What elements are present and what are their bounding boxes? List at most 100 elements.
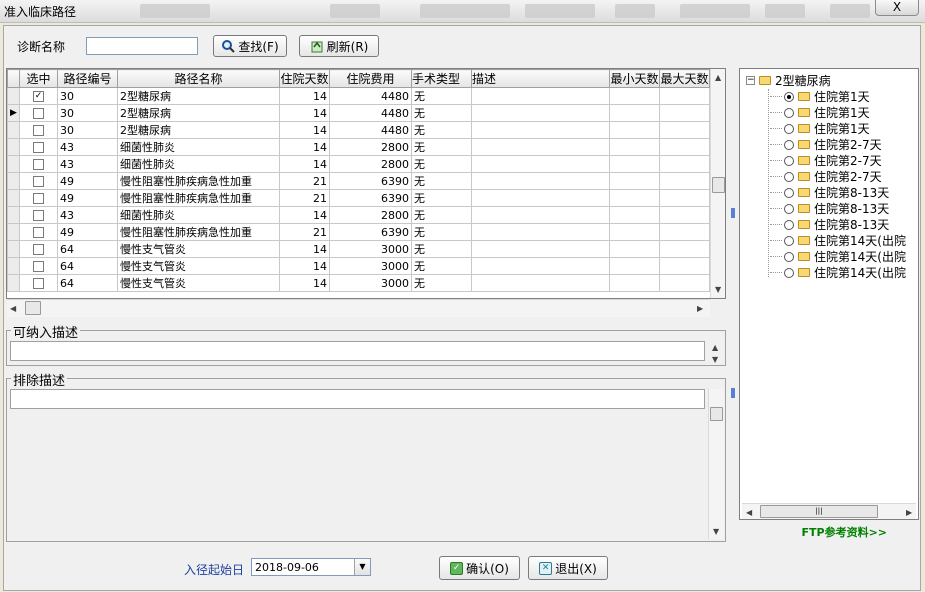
radio-icon[interactable]: [784, 123, 794, 134]
exclude-description-field[interactable]: [10, 389, 705, 409]
column-header[interactable]: 住院费用: [329, 69, 412, 88]
tree-item[interactable]: 住院第2-7天: [770, 136, 882, 153]
table-row[interactable]: 43 细菌性肺炎 14 2800 无: [7, 206, 710, 224]
tree-item[interactable]: 住院第14天(出院: [770, 232, 906, 249]
checkbox[interactable]: [33, 108, 44, 119]
table-row[interactable]: 43 细菌性肺炎 14 2800 无: [7, 138, 710, 156]
tree-item[interactable]: 住院第1天: [770, 88, 870, 105]
scroll-left-icon[interactable]: ◀: [10, 304, 16, 313]
radio-icon[interactable]: [784, 187, 794, 198]
exclude-scroll-thumb[interactable]: [710, 407, 723, 421]
panel-splitter[interactable]: [730, 68, 736, 542]
tree-item[interactable]: 住院第1天: [770, 104, 870, 121]
radio-icon[interactable]: [784, 91, 794, 102]
scroll-down-icon[interactable]: ▼: [712, 355, 718, 364]
checkbox[interactable]: [33, 176, 44, 187]
radio-icon[interactable]: [784, 267, 794, 278]
radio-icon[interactable]: [784, 251, 794, 262]
grid-horizontal-scroll-thumb[interactable]: [25, 301, 41, 315]
radio-icon[interactable]: [784, 219, 794, 230]
table-row[interactable]: 30 2型糖尿病 14 4480 无: [7, 121, 710, 139]
scroll-up-icon[interactable]: ▲: [715, 73, 721, 82]
row-select-checkbox[interactable]: [19, 240, 58, 258]
row-select-checkbox[interactable]: ✓: [19, 87, 58, 105]
row-select-checkbox[interactable]: [19, 172, 58, 190]
checkbox[interactable]: [33, 227, 44, 238]
ftp-reference-link[interactable]: FTP参考资料>>: [739, 524, 919, 542]
grid-vertical-scrollbar[interactable]: ▲ ▼: [710, 69, 725, 298]
row-select-checkbox[interactable]: [19, 223, 58, 241]
tree-item[interactable]: 住院第1天: [770, 120, 870, 137]
tree-item[interactable]: 住院第8-13天: [770, 200, 889, 217]
refresh-button[interactable]: 刷新(R): [299, 35, 379, 57]
table-row[interactable]: 49 慢性阻塞性肺疾病急性加重 21 6390 无: [7, 172, 710, 190]
table-row[interactable]: 64 慢性支气管炎 14 3000 无: [7, 240, 710, 258]
column-header[interactable]: 描述: [471, 69, 610, 88]
row-select-checkbox[interactable]: [19, 121, 58, 139]
include-description-field[interactable]: [10, 341, 705, 361]
tree-scroll-thumb[interactable]: |||: [760, 505, 878, 518]
scroll-up-icon[interactable]: ▲: [712, 343, 718, 352]
exclude-vertical-scrollbar[interactable]: ▼: [708, 389, 724, 539]
tree-item[interactable]: 住院第2-7天: [770, 152, 882, 169]
row-select-checkbox[interactable]: [19, 257, 58, 275]
table-row[interactable]: 49 慢性阻塞性肺疾病急性加重 21 6390 无: [7, 223, 710, 241]
checkbox[interactable]: [33, 210, 44, 221]
scroll-right-icon[interactable]: ▶: [697, 304, 703, 313]
column-header[interactable]: 最小天数: [609, 69, 660, 88]
exit-button[interactable]: ✕ 退出(X): [528, 556, 608, 580]
checkbox[interactable]: [33, 244, 44, 255]
radio-icon[interactable]: [784, 107, 794, 118]
collapse-icon[interactable]: −: [746, 76, 755, 85]
column-header[interactable]: 选中: [19, 69, 58, 88]
checkbox[interactable]: ✓: [33, 91, 44, 102]
radio-icon[interactable]: [784, 235, 794, 246]
find-button[interactable]: 查找(F): [213, 35, 287, 57]
diagnosis-input[interactable]: [86, 37, 198, 55]
column-header[interactable]: 住院天数: [279, 69, 330, 88]
confirm-button[interactable]: ✓ 确认(O): [439, 556, 520, 580]
table-row[interactable]: 64 慢性支气管炎 14 3000 无: [7, 274, 710, 292]
radio-icon[interactable]: [784, 155, 794, 166]
chevron-down-icon[interactable]: ▼: [354, 559, 370, 575]
tree-item[interactable]: 住院第2-7天: [770, 168, 882, 185]
column-header[interactable]: 路径名称: [117, 69, 280, 88]
splitter-grip[interactable]: [731, 388, 735, 398]
row-select-checkbox[interactable]: [19, 206, 58, 224]
tree-item[interactable]: 住院第8-13天: [770, 216, 889, 233]
tree-horizontal-scrollbar[interactable]: ◀ ||| ▶: [742, 503, 916, 519]
scroll-left-icon[interactable]: ◀: [746, 508, 752, 517]
tree-item[interactable]: 住院第14天(出院: [770, 264, 906, 281]
checkbox[interactable]: [33, 142, 44, 153]
row-select-checkbox[interactable]: [19, 189, 58, 207]
table-row[interactable]: 64 慢性支气管炎 14 3000 无: [7, 257, 710, 275]
column-header[interactable]: 最大天数: [659, 69, 710, 88]
row-select-checkbox[interactable]: [19, 155, 58, 173]
grid-vertical-scroll-thumb[interactable]: [712, 177, 725, 193]
checkbox[interactable]: [33, 159, 44, 170]
tree-root[interactable]: − 2型糖尿病: [746, 72, 831, 89]
row-select-checkbox[interactable]: [19, 138, 58, 156]
grid-horizontal-scrollbar[interactable]: ◀ ▶: [7, 299, 710, 317]
table-row[interactable]: ✓ 30 2型糖尿病 14 4480 无: [7, 87, 710, 105]
splitter-grip[interactable]: [731, 208, 735, 218]
checkbox[interactable]: [33, 193, 44, 204]
include-spin[interactable]: ▲ ▼: [708, 341, 723, 365]
table-row[interactable]: ▶ 30 2型糖尿病 14 4480 无: [7, 104, 710, 122]
table-row[interactable]: 49 慢性阻塞性肺疾病急性加重 21 6390 无: [7, 189, 710, 207]
close-button[interactable]: X: [875, 0, 919, 16]
scroll-down-icon[interactable]: ▼: [715, 285, 721, 294]
start-date-picker[interactable]: 2018-09-06 ▼: [251, 558, 371, 576]
scroll-right-icon[interactable]: ▶: [906, 508, 912, 517]
checkbox[interactable]: [33, 261, 44, 272]
checkbox[interactable]: [33, 278, 44, 289]
row-select-checkbox[interactable]: [19, 274, 58, 292]
column-header[interactable]: 路径编号: [57, 69, 118, 88]
table-row[interactable]: 43 细菌性肺炎 14 2800 无: [7, 155, 710, 173]
row-select-checkbox[interactable]: [19, 104, 58, 122]
radio-icon[interactable]: [784, 203, 794, 214]
tree-item[interactable]: 住院第8-13天: [770, 184, 889, 201]
scroll-down-icon[interactable]: ▼: [713, 527, 719, 536]
radio-icon[interactable]: [784, 171, 794, 182]
tree-item[interactable]: 住院第14天(出院: [770, 248, 906, 265]
